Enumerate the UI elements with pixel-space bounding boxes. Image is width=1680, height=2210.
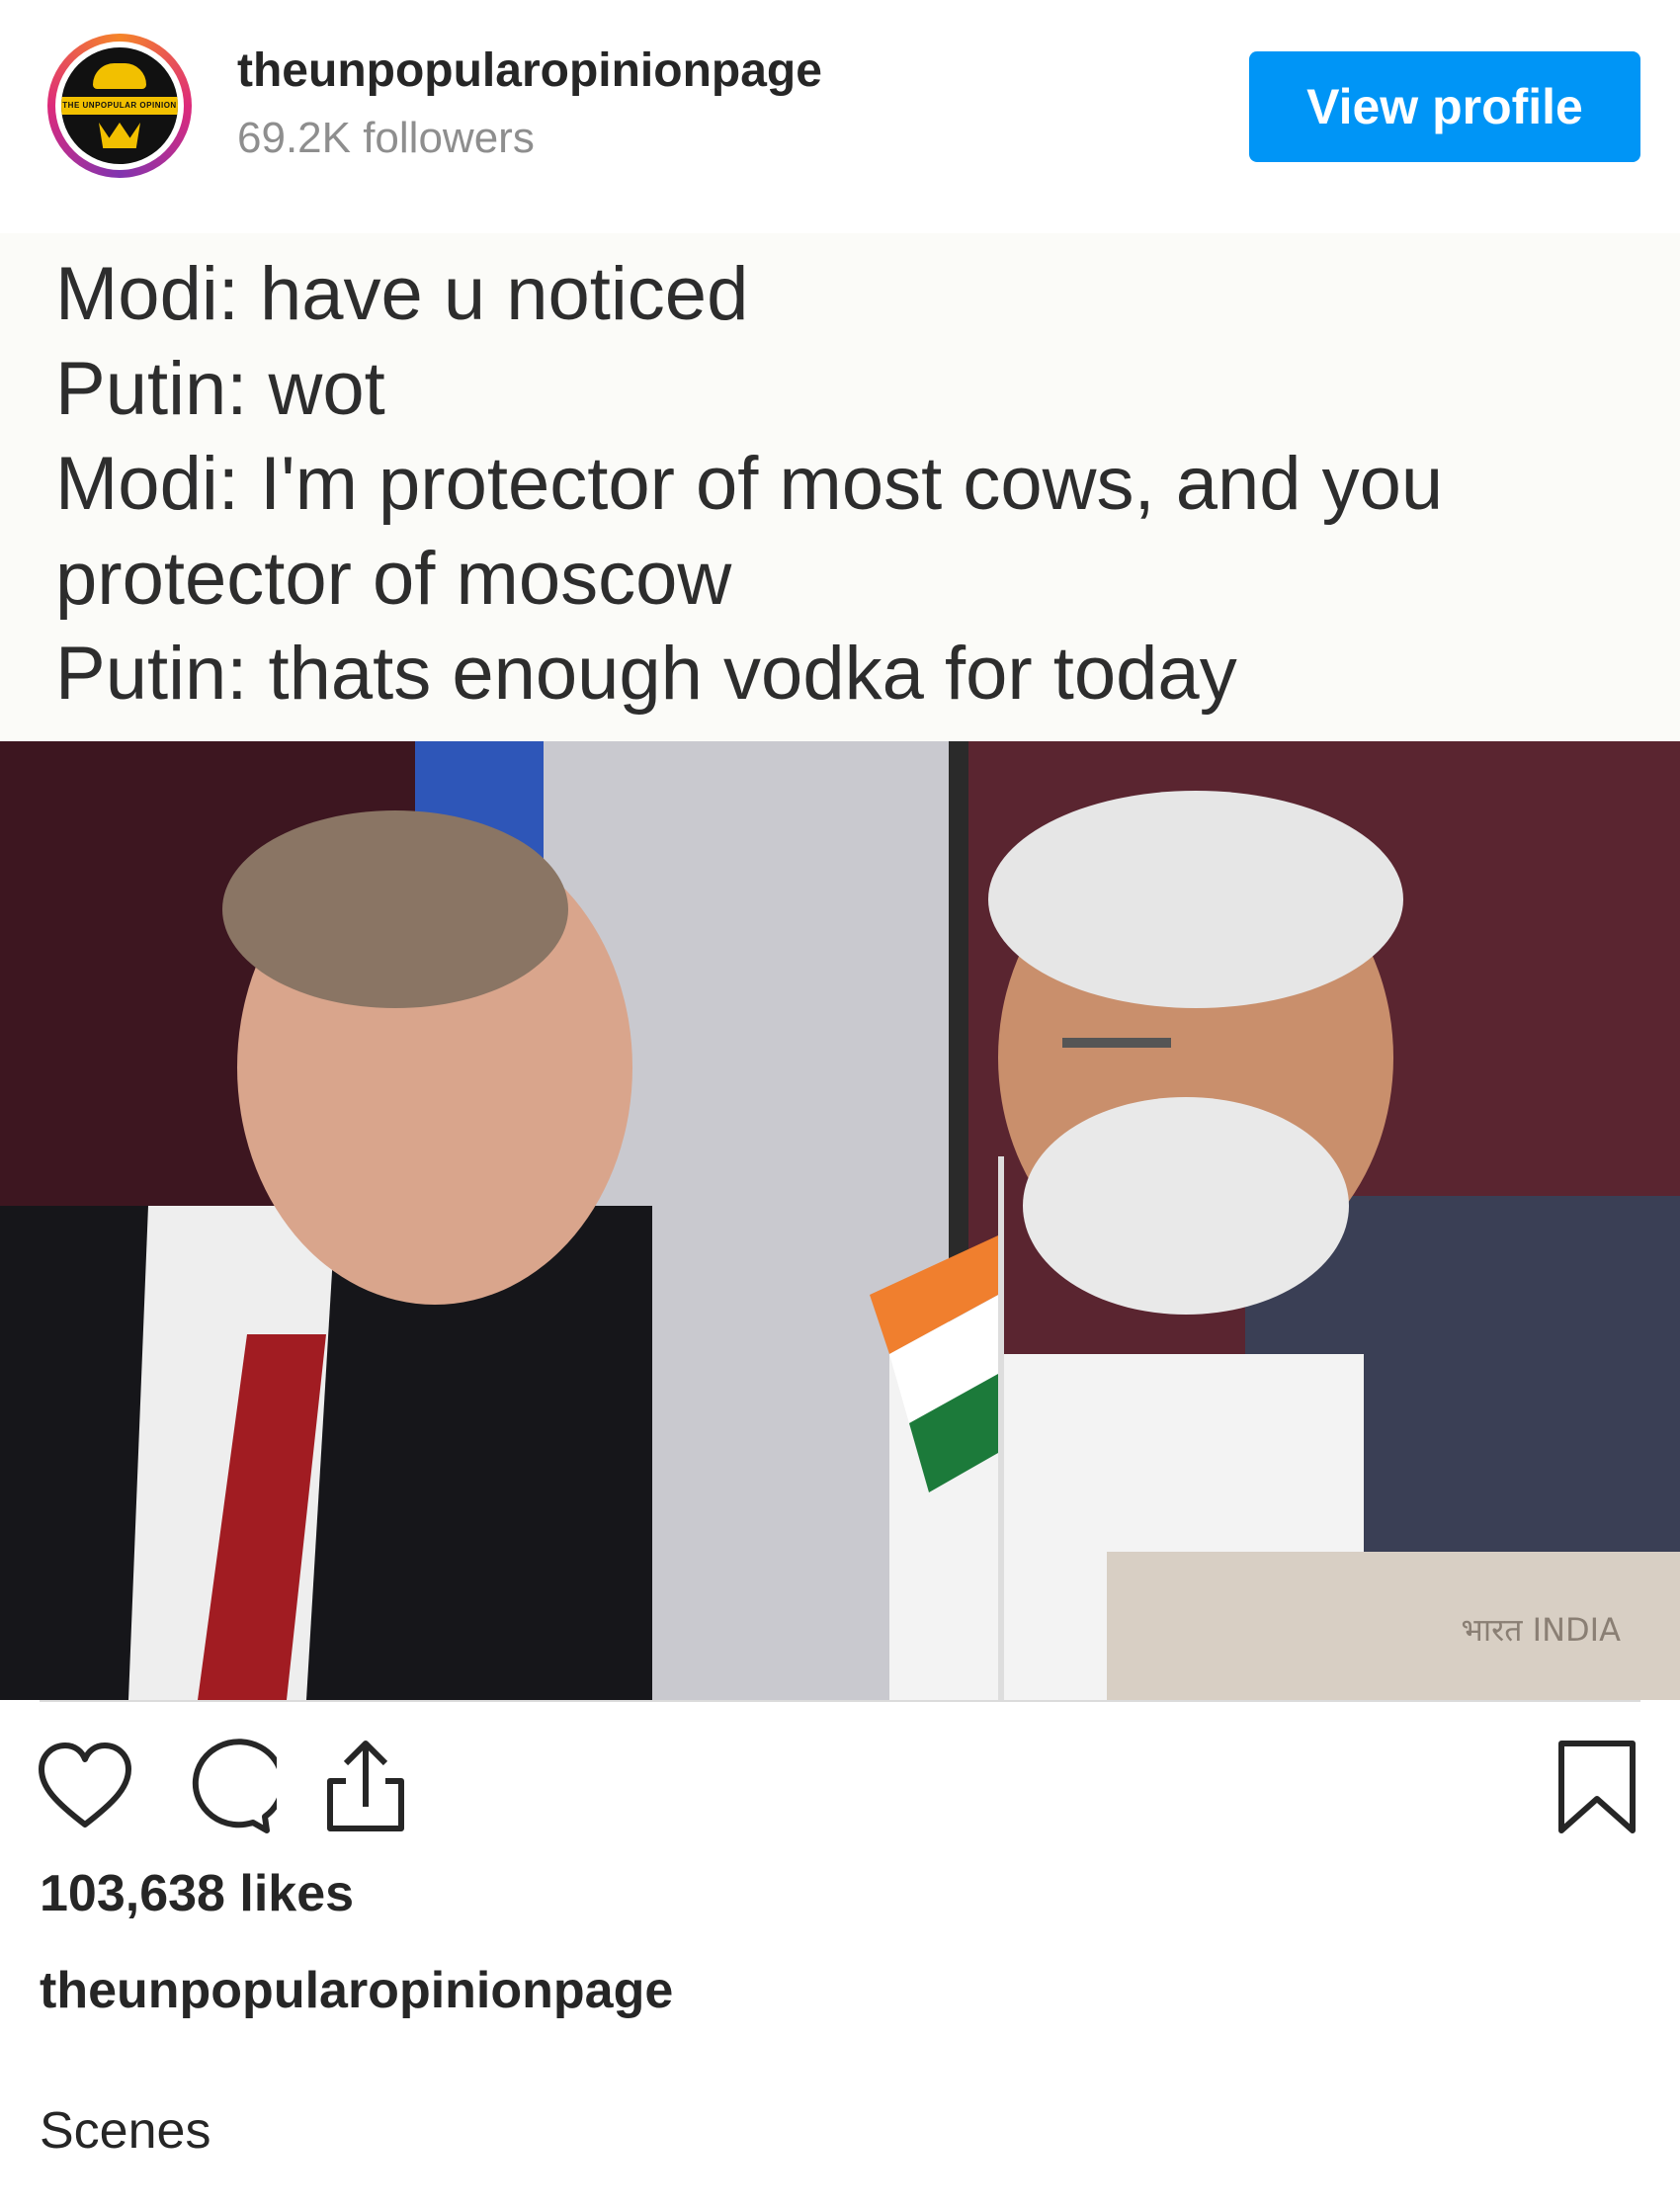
post-photo[interactable]: भारत INDIA (0, 741, 1680, 1700)
action-bar (0, 1720, 1680, 1848)
meme-line: Putin: wot (55, 347, 385, 431)
meme-line: Modi: I'm protector of most cows, and yo… (55, 442, 1444, 526)
plaque-text: भारत INDIA (1461, 1611, 1621, 1649)
caption-text: Scenes (40, 2102, 211, 2160)
follower-count: 69.2K followers (237, 114, 535, 162)
meme-line: protector of moscow (55, 537, 732, 621)
photo-illustration: भारत INDIA (0, 741, 1680, 1700)
caption-username[interactable]: theunpopularopinionpage (40, 1961, 673, 2020)
meme-line: Modi: have u noticed (55, 252, 749, 336)
divider (40, 1700, 1640, 1702)
like-count[interactable]: 103,638 likes (40, 1864, 354, 1923)
share-icon[interactable] (316, 1738, 415, 1836)
brand-logo: THE UNPOPULAR OPINION (61, 47, 178, 164)
meme-text: Modi: have u noticed Putin: wot Modi: I'… (55, 247, 1637, 722)
meme-line: Putin: thats enough vodka for today (55, 632, 1237, 716)
comment-icon[interactable] (178, 1738, 286, 1836)
meme-text-area: Modi: have u noticed Putin: wot Modi: I'… (0, 233, 1680, 741)
post-header: THE UNPOPULAR OPINION theunpopularopinio… (0, 0, 1680, 227)
view-profile-button[interactable]: View profile (1249, 51, 1640, 162)
profile-username[interactable]: theunpopularopinionpage (237, 43, 822, 98)
bookmark-icon[interactable] (1548, 1738, 1646, 1836)
avatar[interactable]: THE UNPOPULAR OPINION (47, 34, 192, 178)
heart-icon[interactable] (36, 1738, 134, 1836)
